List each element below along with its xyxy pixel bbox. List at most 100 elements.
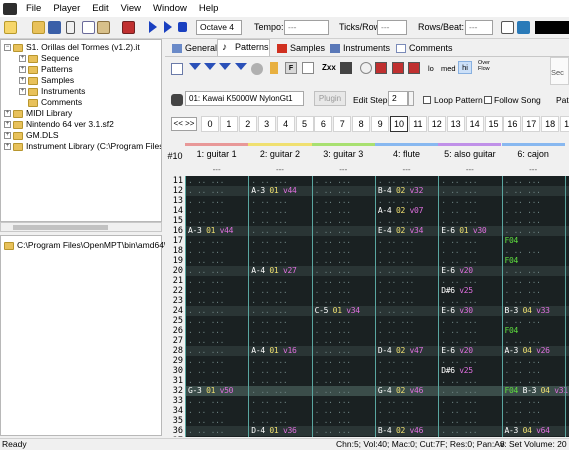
pattern-row[interactable]: . .. ... D-4 01 v36. .. ... B-4 02 v46. ..…: [185, 426, 569, 436]
pattern-cell[interactable]: . .. ...: [188, 326, 247, 336]
pattern-cell[interactable]: . .. ...: [441, 186, 500, 196]
tree-item-gm-dls[interactable]: + GM.DLS: [4, 130, 59, 141]
pattern-cell[interactable]: . .. ...: [188, 376, 247, 386]
pattern-cell[interactable]: . .. ...: [188, 416, 247, 426]
pattern-cell[interactable]: . .. ...: [188, 236, 247, 246]
new-pattern-icon[interactable]: [171, 63, 183, 75]
open-folder-icon[interactable]: [32, 21, 45, 34]
pattern-row[interactable]: . .. ... . .. ... C-5 01 v34 . .. ... E-6 v3…: [185, 306, 569, 316]
pattern-cell[interactable]: . .. ...: [188, 286, 247, 296]
pattern-cell[interactable]: . .. ...: [315, 336, 374, 346]
pattern-cell[interactable]: . .. ...: [505, 286, 564, 296]
pattern-cell[interactable]: . .. ...: [441, 326, 500, 336]
expand-icon[interactable]: +: [4, 110, 11, 117]
stop-icon[interactable]: [178, 22, 187, 32]
tree-item-comments[interactable]: Comments: [28, 97, 82, 108]
tree-item-midi-library[interactable]: + MIDI Library: [4, 108, 72, 119]
pattern-cell[interactable]: E-6 v30: [441, 306, 500, 316]
pattern-cell[interactable]: . .. ...: [251, 216, 310, 226]
plugin-button[interactable]: Plugin: [314, 91, 346, 106]
pattern-cell[interactable]: . .. ...: [315, 406, 374, 416]
unmute-all-icon[interactable]: [408, 62, 420, 74]
pattern-cell[interactable]: . .. ...: [188, 266, 247, 276]
pattern-cell[interactable]: . .. ...: [441, 426, 500, 436]
pattern-row[interactable]: . .. ... . .. ... . .. ... . .. ... . .. ...…: [185, 236, 569, 246]
pattern-cell[interactable]: . .. ...: [251, 286, 310, 296]
order-item[interactable]: 10: [390, 116, 408, 132]
collapse-icon[interactable]: −: [4, 44, 11, 51]
pattern-cell[interactable]: . .. ...: [188, 336, 247, 346]
pattern-row[interactable]: . .. ... A-4 01 v27 . .. ... . .. ... E-6 v2…: [185, 266, 569, 276]
pattern-cell[interactable]: . .. ...: [188, 246, 247, 256]
pattern-cell[interactable]: . .. ...: [188, 256, 247, 266]
speaker-icon[interactable]: [171, 94, 183, 106]
pattern-row[interactable]: . .. ... . .. ... . .. ... . .. ... . .. ...…: [185, 436, 569, 437]
pattern-cell[interactable]: D#6 v25: [441, 286, 500, 296]
pattern-cell[interactable]: . .. ...: [441, 336, 500, 346]
pattern-cell[interactable]: . .. ...: [378, 306, 437, 316]
pattern-cell[interactable]: A-3 01 v44: [188, 226, 247, 236]
pattern-cell[interactable]: . .. ...: [251, 296, 310, 306]
tab-samples[interactable]: Samples: [272, 40, 327, 56]
rows-field[interactable]: ---: [465, 20, 493, 35]
pattern-cell[interactable]: B-4 02 v46: [378, 426, 437, 436]
pattern-row[interactable]: . .. ... . .. ... . .. ... . .. ... . .. ...…: [185, 326, 569, 336]
pattern-cell[interactable]: . .. ...: [188, 436, 247, 437]
pattern-cell[interactable]: . .. ...: [315, 316, 374, 326]
pattern-cell[interactable]: B-3 04 v33: [505, 306, 564, 316]
pattern-cell[interactable]: . .. ...: [315, 416, 374, 426]
fx-button[interactable]: F: [285, 62, 297, 74]
menu-edit[interactable]: Edit: [86, 3, 114, 14]
order-item[interactable]: 14: [465, 116, 484, 132]
edit-step-field[interactable]: 2: [388, 91, 408, 106]
order-item[interactable]: 2: [238, 116, 257, 132]
pattern-cell[interactable]: . .. ...: [441, 416, 500, 426]
pattern-cell[interactable]: . .. ...: [188, 426, 247, 436]
sec-field[interactable]: Sec: [550, 57, 569, 85]
expand-icon[interactable]: +: [19, 55, 26, 62]
tree-item-samples[interactable]: + Samples: [19, 75, 74, 86]
ticks-field[interactable]: ---: [377, 20, 407, 35]
pattern-cell[interactable]: . .. ...: [251, 236, 310, 246]
pattern-cell[interactable]: . .. ...: [441, 216, 500, 226]
pattern-cell[interactable]: . .. ...: [505, 316, 564, 326]
channel-header-item[interactable]: 4: flute ---: [374, 143, 439, 175]
pattern-cell[interactable]: . .. ...: [188, 296, 247, 306]
pattern-cell[interactable]: . .. ...: [441, 396, 500, 406]
pattern-row[interactable]: . .. ... . .. ... . .. ... . .. ... . .. ...…: [185, 336, 569, 346]
order-nav-buttons[interactable]: << >>: [171, 117, 197, 131]
pattern-cell[interactable]: . .. ...: [188, 346, 247, 356]
pattern-cell[interactable]: B-4 02 v32: [378, 186, 437, 196]
pattern-cell[interactable]: . .. ...: [315, 366, 374, 376]
pattern-cell[interactable]: . .. ...: [505, 276, 564, 286]
tree-item-instrument-library[interactable]: + Instrument Library (C:\Program Files\O…: [4, 141, 161, 152]
order-item[interactable]: 1: [219, 116, 238, 132]
tab-general[interactable]: General: [167, 40, 217, 56]
pattern-cell[interactable]: . .. ...: [505, 396, 564, 406]
hi-button[interactable]: hi: [458, 61, 472, 74]
pattern-cell[interactable]: . .. ...: [441, 246, 500, 256]
pattern-cell[interactable]: E-6 v20: [441, 346, 500, 356]
pattern-row[interactable]: . .. ... A-4 01 v16 . .. ... D-4 02 v47 E-6 …: [185, 346, 569, 356]
pattern-cell[interactable]: . .. ...: [505, 416, 564, 426]
instrument-select[interactable]: 01: Kawai K5000W NylonGt1: [185, 91, 304, 106]
pattern-cell[interactable]: D#6 v25: [441, 366, 500, 376]
pattern-cell[interactable]: . .. ...: [441, 296, 500, 306]
pattern-cell[interactable]: A-4 02 v07: [378, 206, 437, 216]
pattern-cell[interactable]: . .. ...: [505, 266, 564, 276]
order-item[interactable]: 0: [201, 116, 219, 132]
pattern-cell[interactable]: D-4 02 v47: [378, 346, 437, 356]
order-item[interactable]: 4: [276, 116, 295, 132]
pattern-cell[interactable]: . .. ...: [441, 386, 500, 396]
pattern-cell[interactable]: . .. ...: [188, 196, 247, 206]
copy-icon[interactable]: [82, 21, 95, 34]
loop-pattern-checkbox[interactable]: [423, 96, 431, 104]
pattern-cell[interactable]: A-4 01 v27: [251, 266, 310, 276]
pattern-cell[interactable]: . .. ...: [251, 356, 310, 366]
new-file-icon[interactable]: [4, 21, 17, 34]
step-down-2-icon[interactable]: [204, 63, 216, 70]
undo-icon[interactable]: [360, 62, 372, 74]
order-item[interactable]: 8: [352, 116, 371, 132]
pattern-cell[interactable]: . .. ...: [378, 276, 437, 286]
pattern-row[interactable]: . .. ... . .. ... . .. ... . .. ... D#6 v25.…: [185, 286, 569, 296]
